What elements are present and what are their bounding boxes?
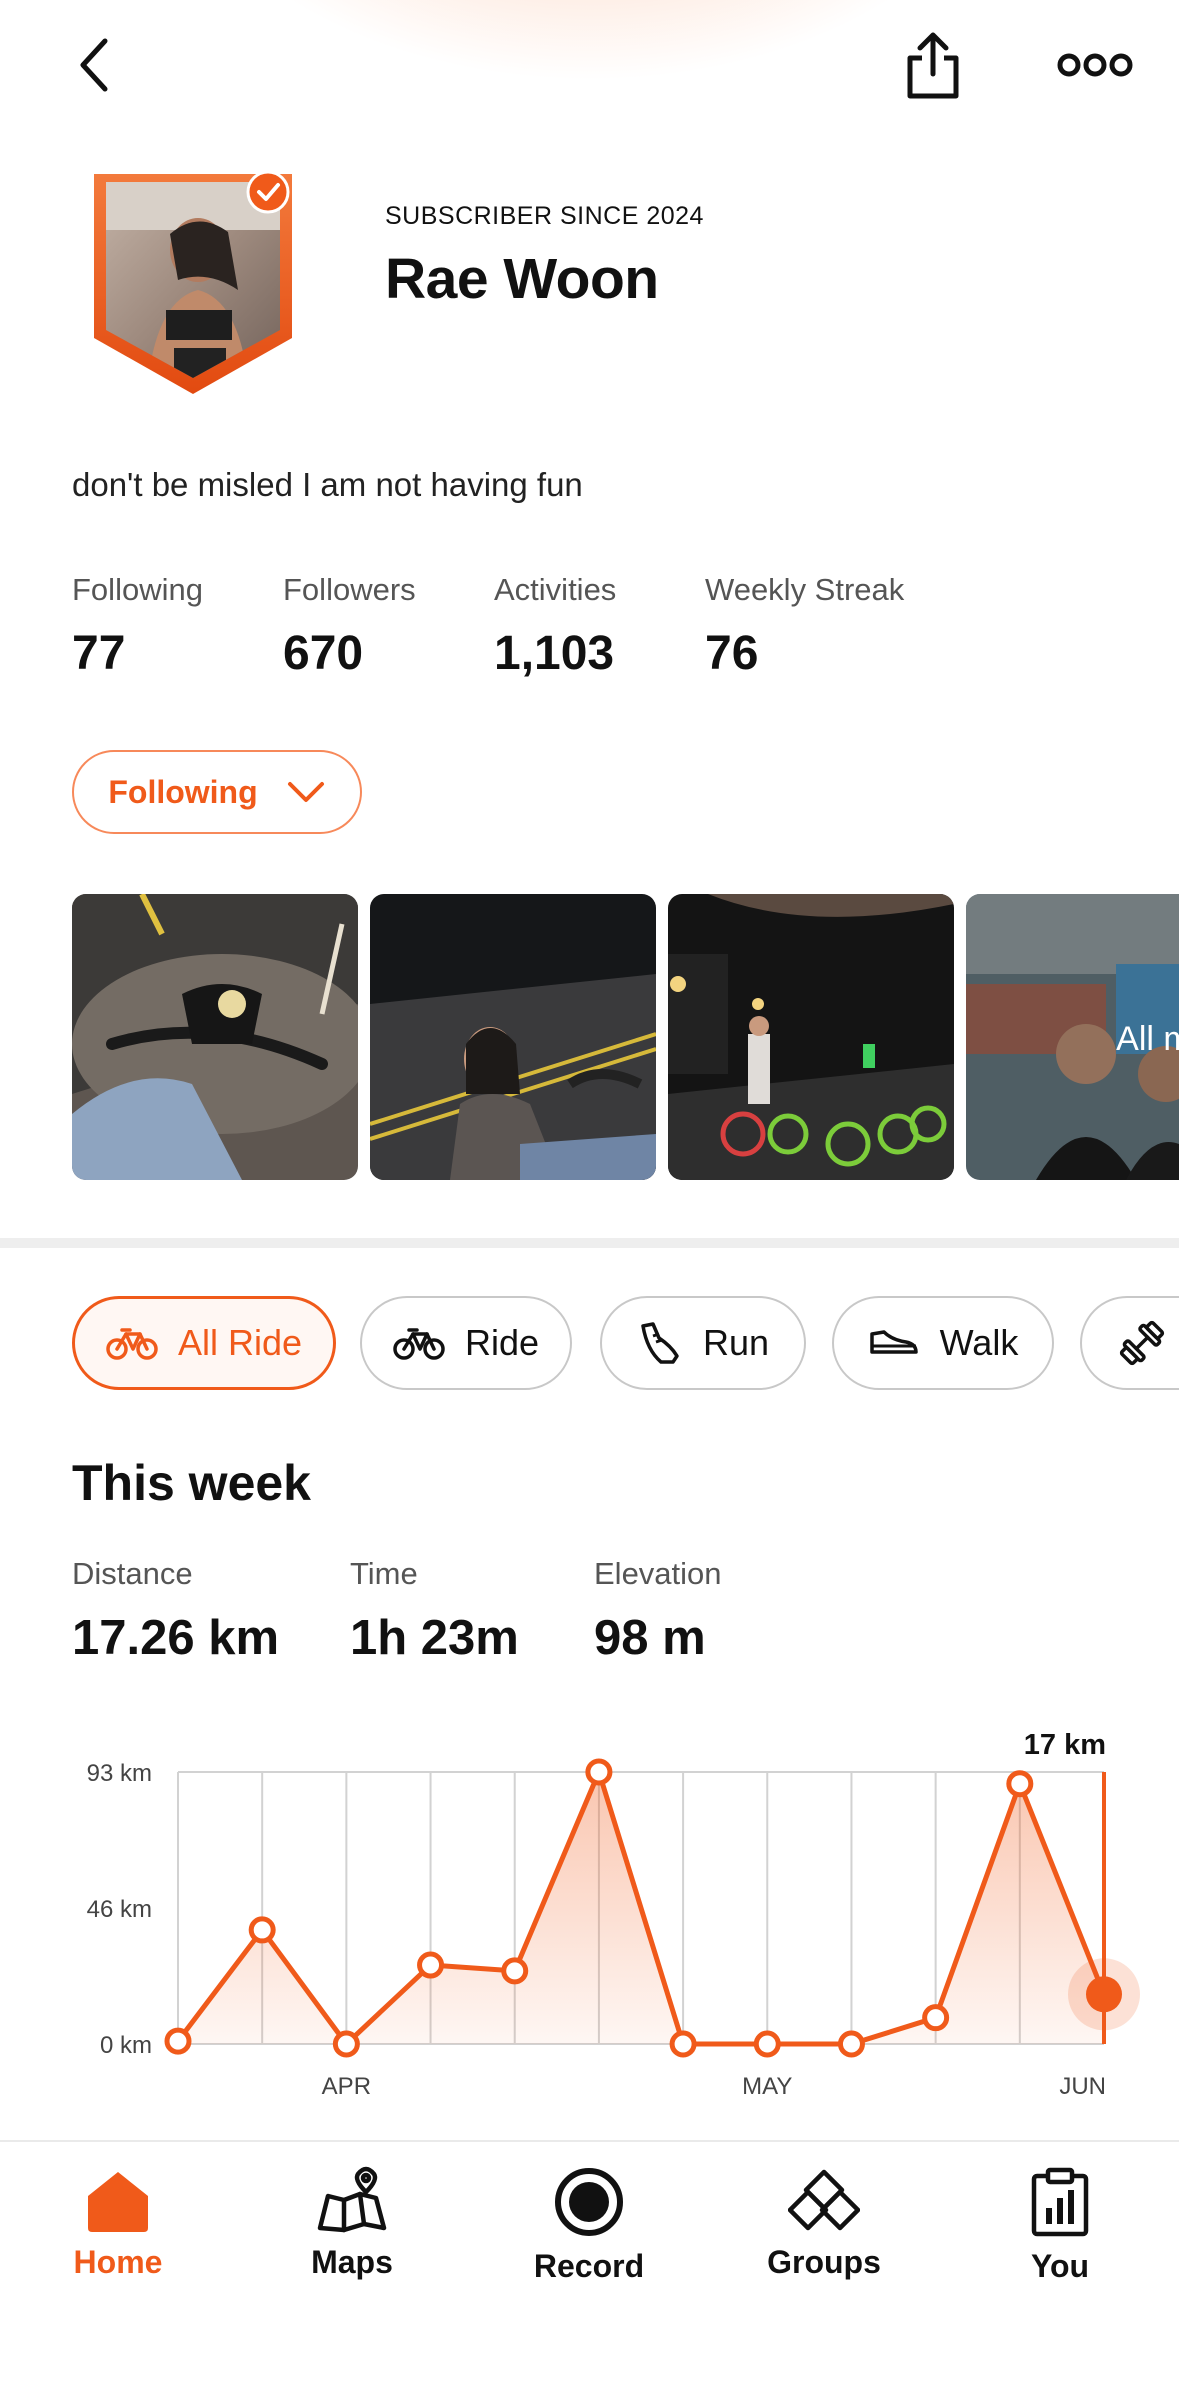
- data-point: [585, 1758, 613, 1786]
- x-tick-label: JUN: [1059, 2073, 1106, 2100]
- dumbbell-icon: [1119, 1320, 1165, 1366]
- weekly-distance-chart[interactable]: 0 km 46 km 93 km APR MAY JUN 17 km: [0, 1700, 1179, 2120]
- data-point: [417, 1951, 445, 1979]
- data-point: [1006, 1770, 1034, 1798]
- data-point: [501, 1957, 529, 1985]
- stat-value: 1,103: [494, 627, 615, 680]
- week-stat-label: Distance: [72, 1556, 193, 1591]
- sneaker-icon: [869, 1330, 918, 1354]
- filter-chip-label: Run: [702, 1322, 770, 1363]
- following-button[interactable]: Following: [72, 750, 362, 834]
- data-point: [248, 1916, 276, 1944]
- back-button[interactable]: [60, 30, 130, 100]
- media-thumbnail[interactable]: [370, 894, 656, 1180]
- shoe-icon: [641, 1322, 679, 1364]
- section-divider: [0, 1238, 1179, 1248]
- data-point: [922, 2004, 950, 2032]
- week-stat-label: Time: [350, 1556, 418, 1591]
- week-stat-value: 17.26 km: [72, 1611, 280, 1665]
- nav-label: Groups: [767, 2244, 881, 2280]
- y-tick-label: 46 km: [87, 1896, 152, 1923]
- home-icon: [88, 2172, 148, 2232]
- nav-label: You: [1030, 2248, 1090, 2284]
- media-thumbnail[interactable]: [72, 894, 358, 1180]
- data-point: [164, 2027, 192, 2055]
- nav-groups[interactable]: Groups: [724, 2166, 924, 2281]
- week-stat-elevation: Elevation 98 m: [594, 1556, 722, 1666]
- share-button[interactable]: [895, 26, 971, 106]
- this-week-title: This week: [72, 1455, 311, 1511]
- share-icon: [907, 32, 959, 99]
- avatar[interactable]: [88, 170, 298, 396]
- nav-label: Record: [533, 2248, 645, 2284]
- all-media-label: All media: [1116, 1020, 1179, 1058]
- verified-icon: [246, 170, 290, 214]
- week-stat-value: 1h 23m: [350, 1611, 519, 1665]
- filter-chip-run[interactable]: Run: [600, 1296, 806, 1390]
- nav-home[interactable]: Home: [18, 2166, 218, 2281]
- stat-followers[interactable]: Followers 670: [283, 572, 416, 681]
- data-point: [837, 2030, 865, 2058]
- media-strip: All media: [72, 894, 1179, 1180]
- stat-weekly-streak: Weekly Streak 76: [705, 572, 904, 681]
- data-point: [669, 2030, 697, 2058]
- filter-chip-label: Ride: [464, 1322, 540, 1363]
- following-button-label: Following: [108, 773, 258, 810]
- filter-chip-label: All Ride: [177, 1322, 303, 1363]
- filter-chip-all-ride[interactable]: All Ride: [72, 1296, 336, 1390]
- bottom-navigation: Home Maps Record Groups You: [0, 2140, 1179, 2396]
- profile-bio: don't be misled I am not having fun: [72, 466, 583, 503]
- chevron-down-icon: [287, 782, 324, 802]
- nav-label: Maps: [311, 2244, 393, 2280]
- nav-you[interactable]: You: [960, 2166, 1160, 2285]
- week-stat-time: Time 1h 23m: [350, 1556, 519, 1666]
- stat-label: Following: [72, 572, 203, 607]
- highlight-label: 17 km: [1024, 1729, 1106, 1761]
- athlete-name: Rae Woon: [385, 247, 659, 311]
- all-media-tile[interactable]: All media: [966, 894, 1179, 1180]
- highlight-point: [1086, 1976, 1122, 2013]
- filter-chip-workout[interactable]: [1080, 1296, 1179, 1390]
- more-dots-icon: [1057, 53, 1133, 77]
- week-stat-label: Elevation: [594, 1556, 722, 1591]
- chevron-left-icon: [80, 38, 108, 92]
- more-button[interactable]: [1050, 40, 1140, 90]
- nav-label: Home: [73, 2244, 163, 2280]
- stat-value: 76: [705, 627, 759, 680]
- nav-maps[interactable]: Maps: [252, 2166, 452, 2281]
- data-point: [753, 2030, 781, 2058]
- stat-label: Weekly Streak: [705, 572, 905, 607]
- stat-label: Followers: [283, 572, 416, 607]
- week-stat-value: 98 m: [594, 1611, 706, 1665]
- filter-chip-walk[interactable]: Walk: [832, 1296, 1054, 1390]
- filter-chip-label: Walk: [939, 1322, 1019, 1363]
- y-tick-label: 93 km: [87, 1760, 152, 1787]
- stat-following[interactable]: Following 77: [72, 572, 203, 681]
- stat-activities[interactable]: Activities 1,103: [494, 572, 616, 681]
- sport-filter-bar: All Ride Ride Run Walk: [72, 1296, 1179, 1392]
- week-stat-distance: Distance 17.26 km: [72, 1556, 279, 1666]
- stat-label: Activities: [494, 572, 617, 607]
- x-tick-label: MAY: [742, 2073, 792, 2100]
- clipboard-chart-icon: [1031, 2167, 1089, 2237]
- bike-icon: [393, 1328, 445, 1360]
- media-thumbnail[interactable]: [668, 894, 954, 1180]
- stat-value: 670: [283, 627, 364, 680]
- data-point: [332, 2030, 360, 2058]
- groups-icon: [788, 2169, 860, 2231]
- stat-value: 77: [72, 627, 126, 680]
- nav-record[interactable]: Record: [489, 2166, 689, 2285]
- map-icon: [317, 2166, 387, 2233]
- subscriber-since-label: SUBSCRIBER SINCE 2024: [385, 202, 704, 230]
- y-tick-label: 0 km: [100, 2032, 152, 2059]
- record-icon: [555, 2168, 623, 2236]
- filter-chip-ride[interactable]: Ride: [360, 1296, 572, 1390]
- bike-icon: [106, 1328, 158, 1360]
- x-tick-label: APR: [322, 2073, 371, 2100]
